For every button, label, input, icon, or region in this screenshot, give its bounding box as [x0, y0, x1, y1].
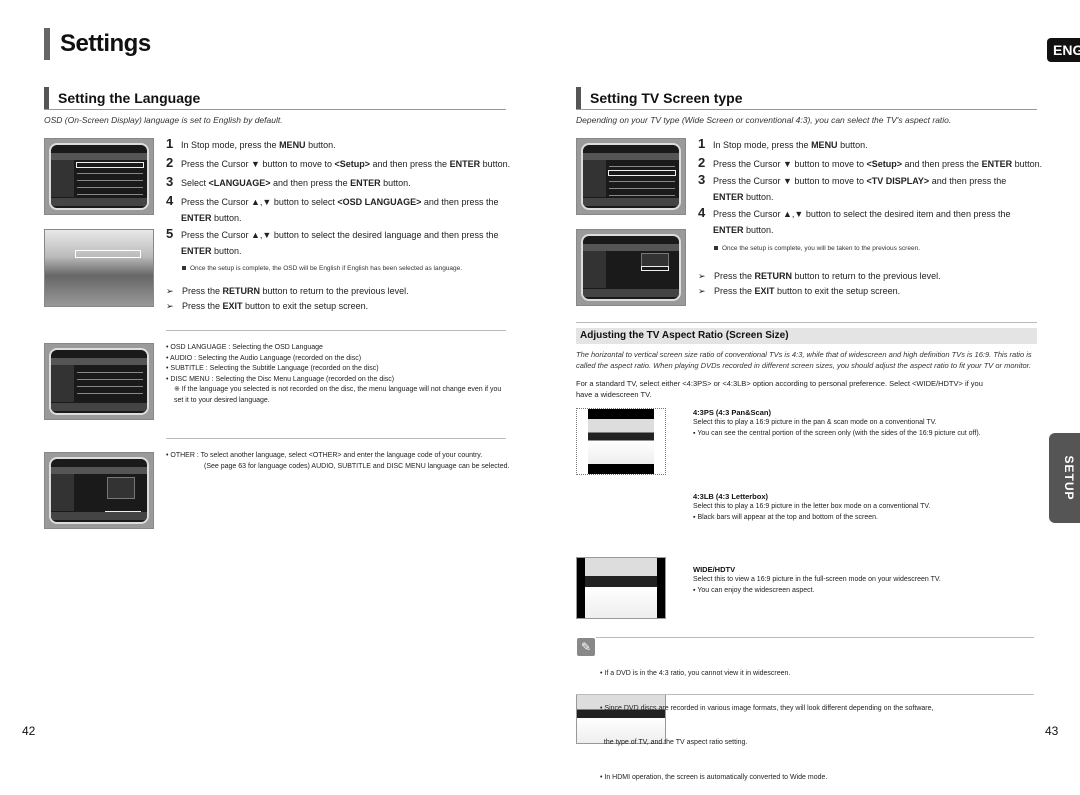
- option-disc-menu: • DISC MENU : Selecting the Disc Menu La…: [166, 375, 395, 383]
- tip-return: ➢ Press the RETURN button to return to th…: [166, 284, 506, 299]
- option-other-detail: (See page 63 for language codes) AUDIO, …: [204, 462, 510, 470]
- page-number-left: 42: [22, 724, 36, 738]
- arrow-icon: ➢: [698, 271, 706, 281]
- option-other: • OTHER : To select another language, se…: [166, 452, 483, 459]
- option-subtitle: • SUBTITLE : Selecting the Subtitle Lang…: [166, 365, 379, 372]
- note-item: the type of TV, and the TV aspect ratio …: [600, 739, 748, 746]
- language-steps: 1 In Stop mode, press the MENU button. 2P…: [166, 136, 516, 277]
- pan-scan-illustration: [576, 408, 666, 475]
- step-5-note: Once the setup is complete, the OSD will…: [166, 261, 516, 277]
- mode-bullet: ▪ Black bars will appear at the top and …: [693, 514, 878, 521]
- language-options-list: • OSD LANGUAGE : Selecting the OSD Langu…: [166, 343, 511, 406]
- tv-screen-tips: ➢ Press the RETURN button to return to th…: [698, 269, 1038, 299]
- tv-screen-steps: 1 In Stop mode, press the MENU button. 2P…: [698, 136, 1048, 257]
- tip-return: ➢ Press the RETURN button to return to th…: [698, 269, 1038, 284]
- note-item: • In HDMI operation, the screen is autom…: [600, 773, 828, 781]
- osd-language-menu-screenshot: [44, 343, 154, 420]
- note-item: • If a DVD is in the 4:3 ratio, you cann…: [600, 670, 791, 677]
- osd-tv-display-screenshot: [576, 138, 686, 215]
- mode-wide-hdtv: WIDE/HDTV Select this to view a 16:9 pic…: [693, 565, 1038, 596]
- step-4: 4 Press the Cursor ▲,▼ button to select t…: [698, 205, 1011, 235]
- arrow-icon: ➢: [166, 286, 174, 296]
- osd-subtitle-menu-screenshot: [44, 452, 154, 529]
- mode-title: 4:3LB (4:3 Letterbox): [693, 492, 769, 501]
- option-audio: • AUDIO : Selecting the Audio Language (…: [166, 354, 362, 362]
- language-tips: ➢ Press the RETURN button to return to th…: [166, 284, 506, 314]
- mode-title: 4:3PS (4:3 Pan&Scan): [693, 408, 771, 417]
- step-2: 2 Press the Cursor ▼ button to move to <S…: [698, 155, 1043, 170]
- divider: [166, 438, 506, 439]
- page-number-right: 43: [1045, 724, 1059, 738]
- divider: [576, 694, 1034, 695]
- step-3: 3 Press the Cursor ▼ button to move to <T…: [698, 172, 1007, 202]
- page-title: Settings: [44, 28, 151, 60]
- step-1: 1 In Stop mode, press the MENU button.: [166, 136, 336, 151]
- aspect-ratio-heading: Adjusting the TV Aspect Ratio (Screen Si…: [576, 328, 1037, 344]
- tip-exit: ➢ Press the EXIT button to exit the setup…: [166, 299, 506, 314]
- mode-bullet: ▪ You can see the central portion of the…: [693, 430, 981, 437]
- step-2: 2 Press the Cursor ▼ button to move to <S…: [166, 155, 511, 170]
- section-divider: [44, 109, 506, 110]
- option-osd-language: • OSD LANGUAGE : Selecting the OSD Langu…: [166, 344, 323, 351]
- setup-side-tab: SETUP: [1049, 433, 1080, 523]
- mode-title: WIDE/HDTV: [693, 565, 736, 574]
- step-3: 3 Select <LANGUAGE> and then press the EN…: [166, 174, 411, 189]
- language-intro: OSD (On-Screen Display) language is set …: [44, 115, 283, 125]
- step-4-note: Once the setup is complete, you will be …: [698, 241, 1048, 257]
- pencil-note-icon: ✎: [577, 638, 595, 656]
- aspect-ratio-intro: The horizontal to vertical screen size r…: [576, 350, 1032, 370]
- step-4: 4 Press the Cursor ▲,▼ button to select <…: [166, 193, 499, 223]
- divider: [166, 330, 506, 331]
- mode-description: Select this to view a 16:9 picture in th…: [693, 576, 941, 583]
- tv-screen-intro: Depending on your TV type (Wide Screen o…: [576, 115, 952, 125]
- section-title-language: Setting the Language: [44, 87, 484, 109]
- mode-4-3lb: 4:3LB (4:3 Letterbox) Select this to pla…: [693, 492, 1038, 523]
- language-badge: ENG: [1047, 38, 1080, 62]
- section-title-tv-screen: Setting TV Screen type: [576, 87, 1016, 109]
- other-language-info: • OTHER : To select another language, se…: [166, 451, 511, 472]
- divider: [576, 322, 1037, 323]
- mode-description: Select this to play a 16:9 picture in th…: [693, 419, 937, 426]
- arrow-icon: ➢: [166, 301, 174, 311]
- note-item: • Since DVD discs are recorded in variou…: [600, 704, 934, 712]
- mode-bullet: ▪ You can enjoy the widescreen aspect.: [693, 587, 815, 594]
- osd-aspect-options-screenshot: [576, 229, 686, 306]
- arrow-icon: ➢: [698, 286, 706, 296]
- mode-description: Select this to play a 16:9 picture in th…: [693, 503, 931, 510]
- step-5: 5 Press the Cursor ▲,▼ button to select t…: [166, 226, 499, 256]
- osd-setup-menu-screenshot: [44, 138, 154, 215]
- aspect-ratio-standard: For a standard TV, select either <4:3PS>…: [576, 379, 983, 399]
- section-divider: [576, 109, 1037, 110]
- mode-4-3ps: 4:3PS (4:3 Pan&Scan) Select this to play…: [693, 408, 1038, 439]
- tip-exit: ➢ Press the EXIT button to exit the setup…: [698, 284, 1038, 299]
- language-note: ※ If the language you selected is not re…: [174, 386, 502, 404]
- step-1: 1 In Stop mode, press the MENU button.: [698, 136, 868, 151]
- osd-language-screenshot: [44, 229, 154, 307]
- notes-list: • If a DVD is in the 4:3 ratio, you cann…: [600, 645, 1030, 795]
- divider: [596, 637, 1034, 638]
- letterbox-illustration: [576, 557, 666, 619]
- setup-tab-label: SETUP: [1062, 455, 1076, 501]
